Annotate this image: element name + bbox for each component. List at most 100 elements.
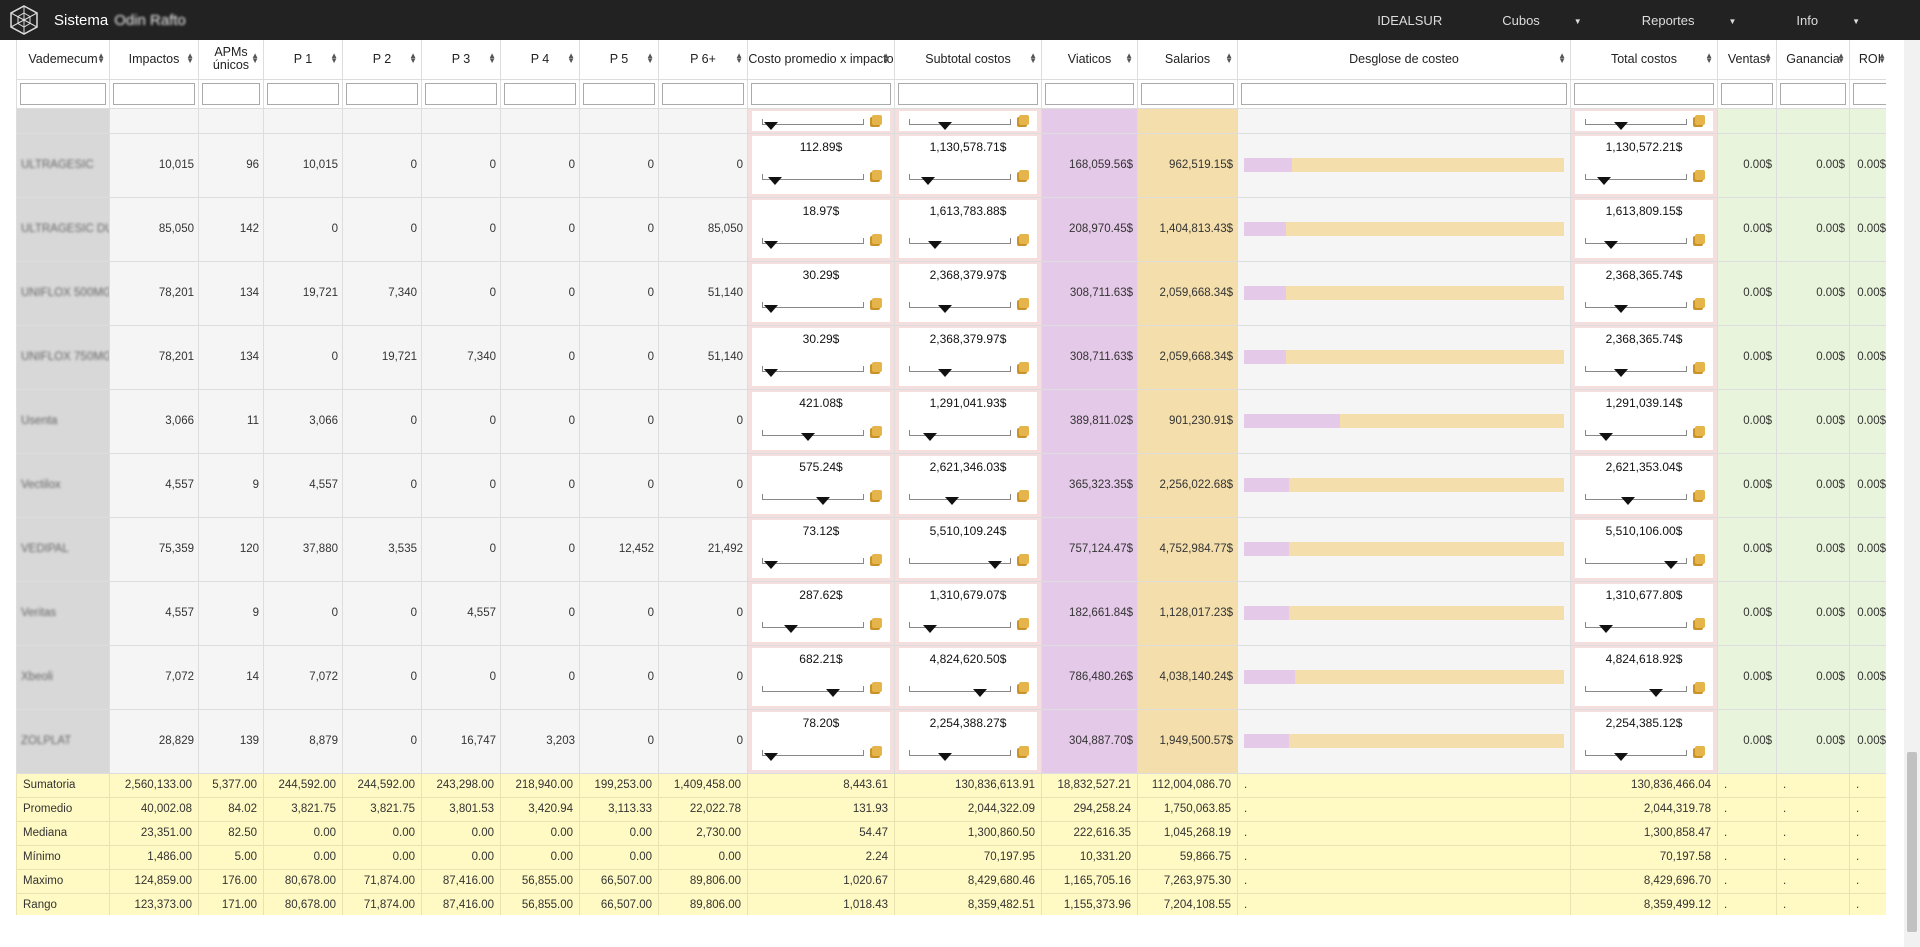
table-row[interactable]: VEDIPAL 75,359 120 37,880 3,535 0 0 12,452 21,49… xyxy=(16,516,1886,582)
vademecum-cell[interactable]: ULTRAGESIC DUAL xyxy=(16,196,110,262)
column-header[interactable]: P 3 ▲ ▼ xyxy=(421,40,501,80)
column-header[interactable]: P 5 ▲ ▼ xyxy=(579,40,659,80)
cost-slider[interactable] xyxy=(1585,302,1687,313)
sort-icon[interactable]: ▲ ▼ xyxy=(735,52,743,65)
cost-slider[interactable] xyxy=(909,302,1011,313)
column-header[interactable]: Total costos ▲ ▼ xyxy=(1570,40,1718,80)
vademecum-cell[interactable]: Usenta xyxy=(16,388,110,454)
slider-thumb[interactable] xyxy=(938,305,952,313)
nav-menu-idealsur[interactable]: IDEALSUR xyxy=(1377,13,1472,28)
table-row[interactable]: Usenta 3,066 11 3,066 0 0 0 0 0 421.08$ 1,291,041.… xyxy=(16,388,1886,454)
coins-icon[interactable] xyxy=(1695,234,1705,244)
column-filter-input[interactable] xyxy=(1241,82,1567,105)
cost-slider[interactable] xyxy=(762,686,864,697)
sort-icon[interactable]: ▲ ▼ xyxy=(488,52,496,65)
brand[interactable]: Sistema Odin Rafto xyxy=(0,4,186,36)
sort-icon[interactable]: ▲ ▼ xyxy=(1764,52,1772,65)
sort-icon[interactable]: ▲ ▼ xyxy=(567,52,575,65)
sort-icon[interactable]: ▲ ▼ xyxy=(97,52,105,65)
slider-thumb[interactable] xyxy=(923,625,937,633)
vademecum-cell[interactable]: UNIFLOX 500MG xyxy=(16,260,110,326)
column-filter-input[interactable] xyxy=(1574,82,1714,105)
cost-slider[interactable] xyxy=(909,750,1011,761)
table-row[interactable]: UNIFLOX 750MG 78,201 134 0 19,721 7,340 0 0 51,1… xyxy=(16,324,1886,390)
cost-slider[interactable] xyxy=(1585,686,1687,697)
column-filter-input[interactable] xyxy=(346,82,418,105)
slider-thumb[interactable] xyxy=(1664,561,1678,569)
vademecum-cell[interactable]: Vectilox xyxy=(16,452,110,518)
coins-icon[interactable] xyxy=(1695,490,1705,500)
coins-icon[interactable] xyxy=(1695,426,1705,436)
cost-slider[interactable] xyxy=(762,118,864,130)
cost-slider[interactable] xyxy=(762,558,864,569)
coins-icon[interactable] xyxy=(1019,554,1029,564)
coins-icon[interactable] xyxy=(1019,362,1029,372)
slider-thumb[interactable] xyxy=(928,241,942,249)
column-header[interactable]: P 2 ▲ ▼ xyxy=(342,40,422,80)
slider-thumb[interactable] xyxy=(1599,625,1613,633)
coins-icon[interactable] xyxy=(872,362,882,372)
coins-icon[interactable] xyxy=(872,170,882,180)
nav-menu-cubos[interactable]: Cubos ▼ xyxy=(1502,13,1612,28)
sort-icon[interactable]: ▲ ▼ xyxy=(882,52,890,65)
column-header[interactable]: ROI ▲ ▼ xyxy=(1849,40,1886,80)
cost-slider[interactable] xyxy=(762,302,864,313)
slider-thumb[interactable] xyxy=(938,753,952,761)
cost-slider[interactable] xyxy=(762,622,864,633)
column-filter-input[interactable] xyxy=(1045,82,1134,105)
column-filter-input[interactable] xyxy=(425,82,497,105)
cost-slider[interactable] xyxy=(762,750,864,761)
slider-thumb[interactable] xyxy=(938,369,952,377)
sort-icon[interactable]: ▲ ▼ xyxy=(251,52,259,65)
cost-slider[interactable] xyxy=(1585,118,1687,130)
slider-thumb[interactable] xyxy=(1614,369,1628,377)
column-filter-input[interactable] xyxy=(1721,82,1773,105)
coins-icon[interactable] xyxy=(872,114,882,125)
slider-thumb[interactable] xyxy=(768,177,782,185)
slider-thumb[interactable] xyxy=(1604,241,1618,249)
column-filter-input[interactable] xyxy=(1853,82,1886,105)
column-filter-input[interactable] xyxy=(751,82,891,105)
cost-slider[interactable] xyxy=(1585,430,1687,441)
cost-slider[interactable] xyxy=(1585,366,1687,377)
coins-icon[interactable] xyxy=(872,426,882,436)
slider-thumb[interactable] xyxy=(921,177,935,185)
column-header[interactable]: Vademecum ▲ ▼ xyxy=(16,40,110,80)
column-filter-input[interactable] xyxy=(898,82,1038,105)
column-header[interactable]: Viaticos ▲ ▼ xyxy=(1041,40,1138,80)
sort-icon[interactable]: ▲ ▼ xyxy=(1558,52,1566,65)
table-row[interactable]: Xbeoli 7,072 14 7,072 0 0 0 0 0 682.21$ 4,824,620.… xyxy=(16,644,1886,710)
coins-icon[interactable] xyxy=(1695,746,1705,756)
cost-slider[interactable] xyxy=(909,686,1011,697)
coins-icon[interactable] xyxy=(1695,554,1705,564)
vademecum-cell[interactable]: UNIFLOX 750MG xyxy=(16,324,110,390)
coins-icon[interactable] xyxy=(1695,618,1705,628)
slider-thumb[interactable] xyxy=(764,561,778,569)
slider-thumb[interactable] xyxy=(784,625,798,633)
coins-icon[interactable] xyxy=(1019,426,1029,436)
table-row[interactable]: ULTRAGESIC DUAL85,0501420000085,05018.97… xyxy=(16,196,1886,262)
slider-thumb[interactable] xyxy=(826,689,840,697)
coins-icon[interactable] xyxy=(1019,298,1029,308)
coins-icon[interactable] xyxy=(1019,170,1029,180)
coins-icon[interactable] xyxy=(1019,746,1029,756)
cost-slider[interactable] xyxy=(1585,494,1687,505)
column-header[interactable]: P 4 ▲ ▼ xyxy=(500,40,580,80)
cost-slider[interactable] xyxy=(762,366,864,377)
column-header[interactable]: Subtotal costos ▲ ▼ xyxy=(894,40,1042,80)
column-filter-input[interactable] xyxy=(1780,82,1846,105)
coins-icon[interactable] xyxy=(1695,362,1705,372)
slider-thumb[interactable] xyxy=(816,497,830,505)
cost-slider[interactable] xyxy=(762,494,864,505)
cost-slider[interactable] xyxy=(909,558,1011,569)
cost-slider[interactable] xyxy=(909,238,1011,249)
column-filter-input[interactable] xyxy=(20,82,106,105)
vademecum-cell[interactable]: ULTRAGESIC xyxy=(16,132,110,198)
column-header[interactable]: Impactos ▲ ▼ xyxy=(109,40,199,80)
cost-slider[interactable] xyxy=(1585,238,1687,249)
coins-icon[interactable] xyxy=(1695,682,1705,692)
column-filter-input[interactable] xyxy=(662,82,744,105)
coins-icon[interactable] xyxy=(1019,234,1029,244)
slider-thumb[interactable] xyxy=(1649,689,1663,697)
coins-icon[interactable] xyxy=(1695,170,1705,180)
